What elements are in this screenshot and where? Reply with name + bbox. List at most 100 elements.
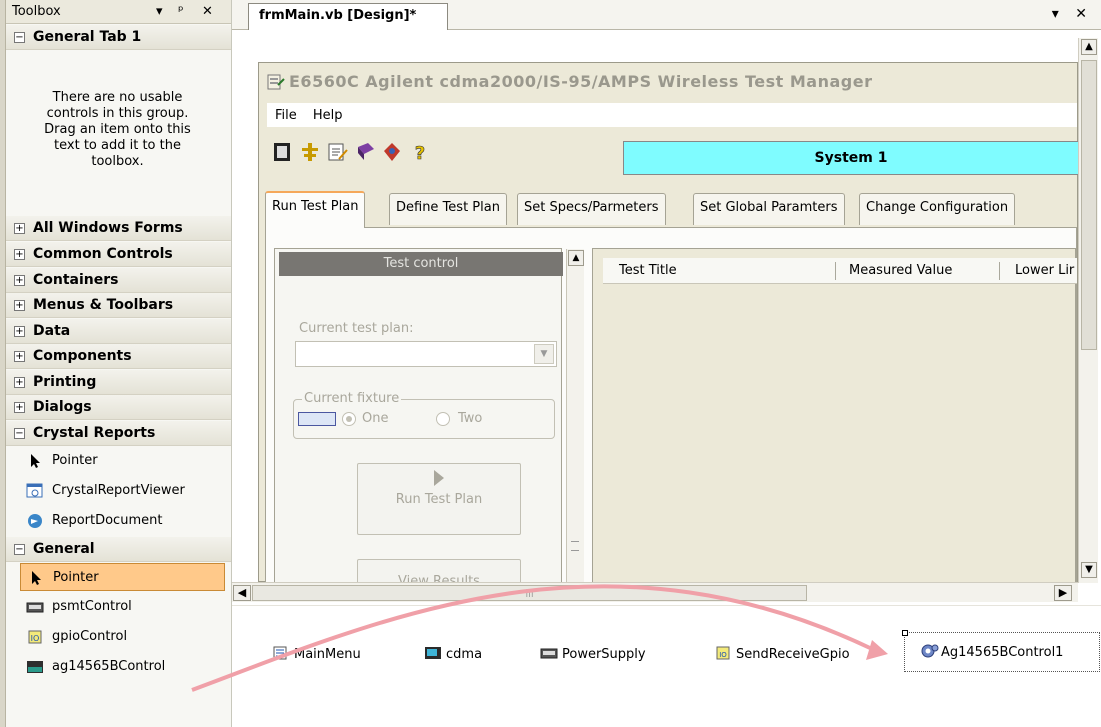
svg-text:IO: IO (719, 651, 727, 659)
toolbox-group-data[interactable]: + Data (6, 319, 231, 344)
designer-horizontal-scrollbar[interactable]: ◀ ||| ▶ (232, 582, 1078, 602)
scroll-down-icon[interactable]: ▼ (1081, 562, 1097, 578)
document-controls: ▾ ✕ (1052, 6, 1093, 22)
toolbox-item-pointer-crystal[interactable]: Pointer (20, 447, 225, 475)
scroll-up-icon[interactable]: ▲ (1081, 39, 1097, 55)
gpio-icon: IO (716, 646, 730, 660)
book-icon[interactable] (355, 141, 377, 163)
toolbox-item-gpiocontrol[interactable]: IO gpioControl (20, 623, 225, 651)
toolbox-group-components[interactable]: + Components (6, 344, 231, 369)
toolbox-item-pointer-general[interactable]: Pointer (20, 563, 225, 591)
menu-help[interactable]: Help (313, 108, 343, 123)
radio-two[interactable] (436, 412, 450, 426)
column-lower-limit[interactable]: Lower Lir (1015, 263, 1074, 278)
tray-label: PowerSupply (562, 647, 646, 662)
toolbox-group-containers[interactable]: + Containers (6, 268, 231, 293)
toolbox-item-ag14565bcontrol[interactable]: ag14565BControl (20, 653, 225, 681)
horizontal-scroll-thumb[interactable]: ||| (252, 585, 807, 601)
document-dropdown-icon[interactable]: ▾ (1052, 6, 1065, 22)
toolbox-pin-icon[interactable]: ᵖ (178, 4, 184, 19)
toolbox-item-crystalreportviewer[interactable]: CrystalReportViewer (20, 477, 225, 505)
toolbox-item-label: Pointer (53, 570, 99, 585)
chevron-down-icon[interactable]: ▼ (534, 344, 554, 364)
scroll-left-icon[interactable]: ◀ (233, 585, 251, 601)
tab-define-test-plan[interactable]: Define Test Plan (389, 193, 507, 225)
toolbox-group-common-controls[interactable]: + Common Controls (6, 242, 231, 267)
test-control-panel: Test control Current test plan: ▼ Curren… (274, 248, 584, 599)
svg-text:IO: IO (31, 634, 40, 643)
toolbox-dropdown-icon[interactable]: ▾ (156, 4, 163, 19)
scroll-grip[interactable] (571, 541, 579, 551)
fixture-swatch (298, 412, 336, 426)
tray-component-ag14565bcontrol1[interactable]: Ag14565BControl1 (902, 630, 1100, 672)
tray-component-cdma[interactable]: cdma (424, 642, 482, 666)
power-supply-icon (540, 648, 558, 659)
toolbox-group-crystal-reports[interactable]: − Crystal Reports (6, 421, 231, 446)
expand-icon: + (14, 402, 25, 413)
group-label: Crystal Reports (33, 425, 156, 441)
document-tab-frmmain[interactable]: frmMain.vb [Design]* (248, 3, 448, 31)
tray-component-powersupply[interactable]: PowerSupply (540, 642, 646, 666)
selection-handle[interactable] (902, 630, 908, 636)
vertical-scroll-thumb[interactable] (1081, 60, 1097, 350)
column-divider[interactable] (999, 262, 1000, 280)
help-icon[interactable]: ? (409, 141, 431, 163)
menu-file[interactable]: File (275, 108, 297, 123)
current-test-plan-label: Current test plan: (299, 321, 414, 336)
results-grid[interactable]: Test Title Measured Value Lower Lir (592, 248, 1077, 588)
psmt-control-icon (26, 602, 44, 613)
connect-icon[interactable] (299, 141, 321, 163)
tray-component-mainmenu[interactable]: MainMenu (272, 642, 361, 666)
run-test-plan-panel: Test control Current test plan: ▼ Curren… (265, 227, 1077, 599)
component-tray-divider (232, 605, 1101, 606)
run-test-plan-button[interactable]: Run Test Plan (357, 463, 521, 535)
current-test-plan-combo[interactable]: ▼ (295, 341, 557, 367)
toolbox-item-label: Pointer (52, 453, 98, 468)
radio-one[interactable] (342, 412, 356, 426)
toolbox-item-psmtcontrol[interactable]: psmtControl (20, 593, 225, 621)
scroll-up-icon[interactable]: ▲ (568, 250, 584, 266)
test-control-scrollbar[interactable]: ▲ (566, 249, 584, 589)
document-close-icon[interactable]: ✕ (1075, 6, 1093, 22)
tab-run-test-plan[interactable]: Run Test Plan (265, 191, 366, 228)
column-test-title[interactable]: Test Title (619, 263, 677, 278)
edit-list-icon[interactable] (327, 141, 349, 163)
toolbox-item-label: ReportDocument (52, 513, 163, 528)
tab-change-configuration[interactable]: Change Configuration (859, 193, 1016, 225)
pointer-icon (31, 454, 40, 468)
designer-vertical-scrollbar[interactable]: ▲ ▼ (1078, 38, 1098, 583)
form-title: E6560C Agilent cdma2000/IS-95/AMPS Wirel… (289, 72, 873, 91)
tray-component-sendreceivegpio[interactable]: IO SendReceiveGpio (714, 642, 850, 666)
toolbox-item-reportdocument[interactable]: ReportDocument (20, 507, 225, 535)
group-label: Data (33, 323, 71, 339)
tab-set-specs-parameters[interactable]: Set Specs/Parmeters (517, 193, 666, 225)
group-label: Dialogs (33, 399, 92, 415)
tray-label: cdma (446, 647, 483, 662)
column-divider[interactable] (835, 262, 836, 280)
radio-selected-dot (346, 416, 352, 422)
toolbox-group-dialogs[interactable]: + Dialogs (6, 395, 231, 420)
collapse-icon: − (14, 428, 25, 439)
collapse-icon: − (14, 32, 25, 43)
expand-icon: + (14, 275, 25, 286)
toolbox-group-general-tab-1[interactable]: − General Tab 1 (6, 25, 231, 50)
group-label: General (33, 541, 95, 557)
tab-set-global-parameters[interactable]: Set Global Paramters (693, 193, 845, 225)
toolbox-group-menus-toolbars[interactable]: + Menus & Toolbars (6, 293, 231, 318)
fixture-icon[interactable] (271, 141, 293, 163)
form-menubar: File Help (267, 103, 1077, 127)
form-title-bar: E6560C Agilent cdma2000/IS-95/AMPS Wirel… (259, 63, 1077, 101)
group-label: Containers (33, 272, 119, 288)
toolbox-item-label: psmtControl (52, 599, 132, 614)
toolbox-close-icon[interactable]: ✕ (202, 4, 213, 19)
scroll-right-icon[interactable]: ▶ (1054, 585, 1072, 601)
settings-shape-icon[interactable] (381, 141, 403, 163)
toolbox-group-all-windows-forms[interactable]: + All Windows Forms (6, 216, 231, 241)
report-document-icon (28, 514, 42, 528)
toolbox-group-general[interactable]: − General (6, 537, 231, 562)
play-icon (434, 470, 444, 486)
toolbox-group-printing[interactable]: + Printing (6, 370, 231, 395)
column-measured-value[interactable]: Measured Value (849, 263, 952, 278)
gpio-control-icon: IO (28, 630, 42, 644)
form-frmmain[interactable]: E6560C Agilent cdma2000/IS-95/AMPS Wirel… (258, 62, 1079, 599)
